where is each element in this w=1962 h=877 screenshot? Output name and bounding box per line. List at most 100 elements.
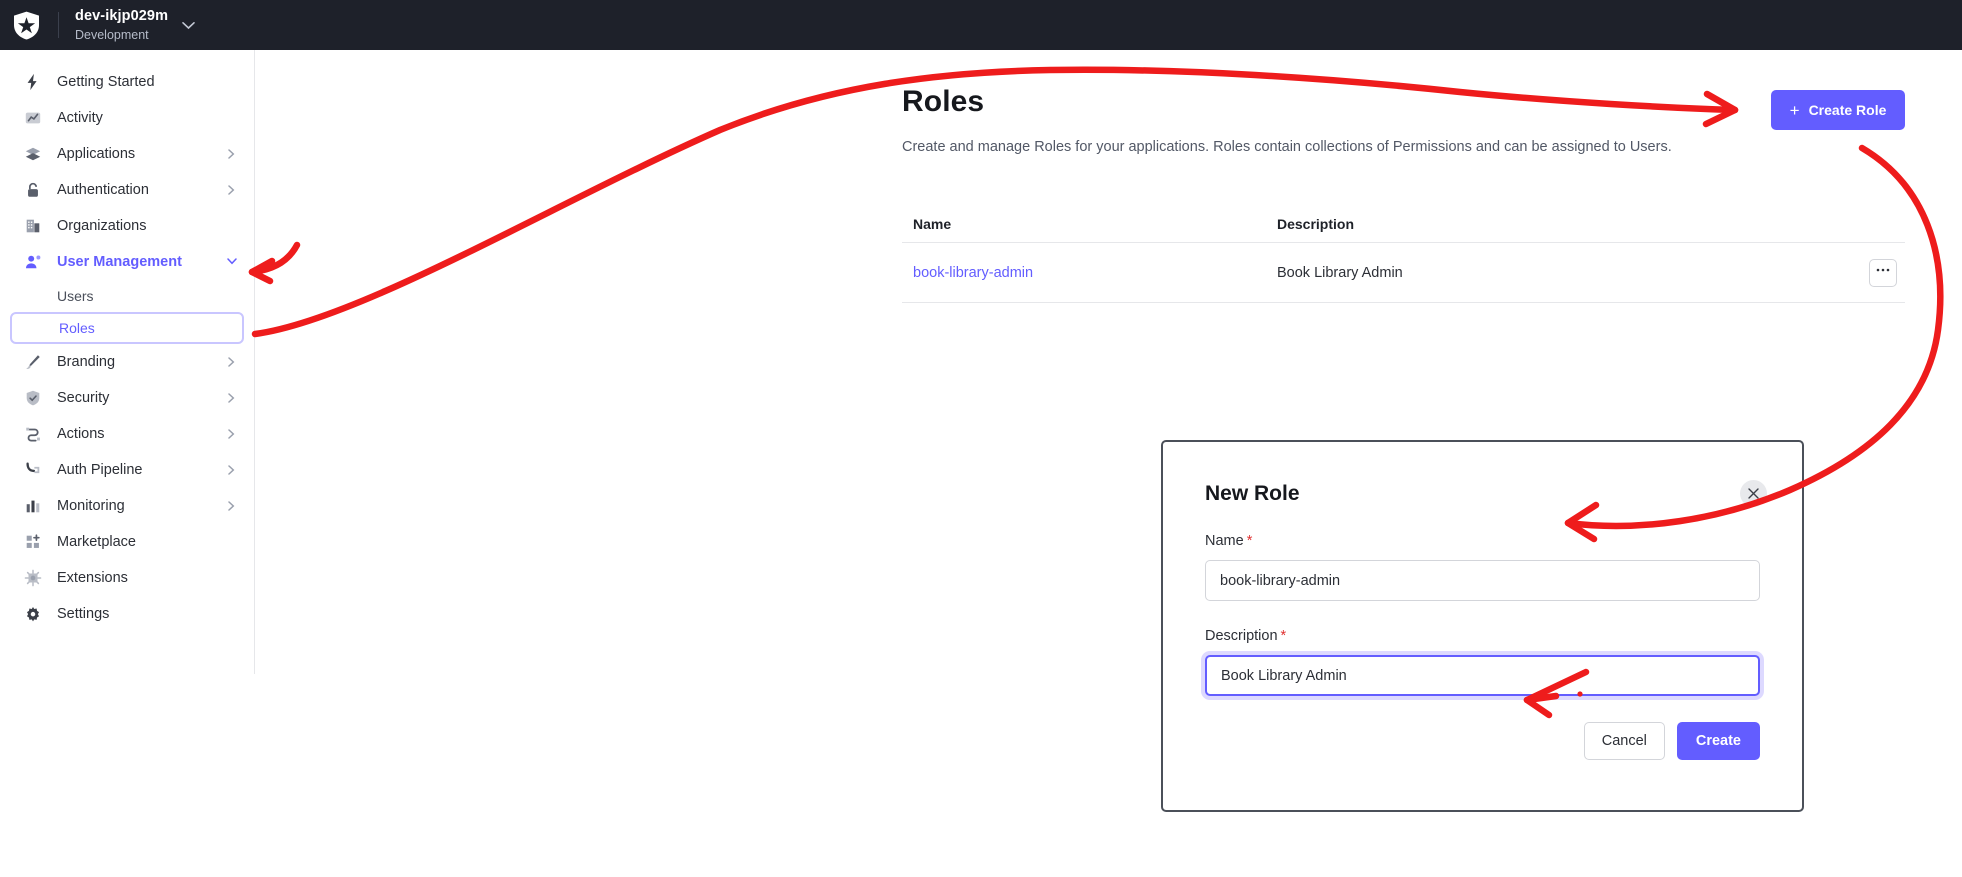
lock-icon-glyph bbox=[28, 182, 38, 197]
sidebar-item-organizations[interactable]: Organizations bbox=[10, 208, 244, 244]
tenant-selector[interactable]: dev-ikjp029m Development bbox=[75, 8, 168, 42]
name-field-group: Name * bbox=[1205, 533, 1760, 601]
required-asterisk: * bbox=[1280, 628, 1287, 644]
sidebar-item-label: Security bbox=[57, 390, 110, 406]
chevron-right-icon[interactable] bbox=[227, 464, 238, 476]
sidebar-item-activity[interactable]: Activity bbox=[10, 100, 244, 136]
new-role-modal: New Role Name* Description* bbox=[1161, 440, 1804, 812]
chevron-right-icon bbox=[228, 356, 235, 367]
role-name-link[interactable]: book-library-admin bbox=[913, 265, 1033, 281]
page-header: Roles Create and manage Roles for your a… bbox=[902, 85, 1905, 155]
sidebar-item-actions[interactable]: Actions bbox=[10, 416, 244, 452]
auth0-shield-logo[interactable] bbox=[0, 11, 52, 40]
tenant-name: dev-ikjp029m bbox=[75, 7, 169, 24]
sidebar-item-label: Organizations bbox=[57, 218, 147, 234]
sidebar-item-extensions[interactable]: Extensions bbox=[10, 560, 244, 596]
close-glyph bbox=[1748, 488, 1759, 499]
grid-plus-icon-glyph bbox=[26, 534, 40, 548]
sidebar-item-label: Marketplace bbox=[57, 534, 136, 550]
chevron-down-icon[interactable] bbox=[182, 21, 195, 30]
name-input[interactable] bbox=[1205, 560, 1760, 601]
shield-check-icon-glyph bbox=[26, 390, 40, 406]
sidebar-navigation: Getting Started Activity Applications Authe… bbox=[0, 50, 255, 674]
chip-icon-glyph bbox=[24, 569, 42, 587]
sidebar-item-marketplace[interactable]: Marketplace bbox=[10, 524, 244, 560]
sidebar-item-label: Branding bbox=[57, 354, 116, 370]
chevron-right-icon bbox=[228, 148, 235, 159]
auth0-shield-logo-icon bbox=[13, 11, 39, 39]
chevron-down-icon[interactable] bbox=[227, 257, 238, 268]
user-icon bbox=[22, 253, 44, 271]
chevron-right-icon bbox=[228, 428, 235, 439]
top-bar: dev-ikjp029m Development bbox=[0, 0, 1962, 50]
sidebar-subitem-label: Users bbox=[57, 288, 94, 304]
chevron-right-icon[interactable] bbox=[227, 428, 238, 440]
user-icon-glyph bbox=[25, 255, 41, 269]
tenant-environment: Development bbox=[75, 27, 149, 42]
description-field-label: Description * bbox=[1205, 628, 1760, 644]
name-label-text: Name bbox=[1205, 533, 1244, 549]
column-header-description: Description bbox=[1277, 215, 1355, 232]
sidebar-item-security[interactable]: Security bbox=[10, 380, 244, 416]
sidebar-item-users[interactable]: Users bbox=[10, 280, 244, 312]
activity-chart-icon bbox=[22, 109, 44, 127]
sidebar-item-label: Auth Pipeline bbox=[57, 462, 143, 478]
sidebar-item-roles[interactable]: Roles bbox=[10, 312, 244, 344]
sidebar-item-applications[interactable]: Applications bbox=[10, 136, 244, 172]
chevron-down-glyph bbox=[182, 21, 195, 29]
activity-chart-icon-glyph bbox=[25, 112, 41, 124]
close-icon[interactable] bbox=[1740, 480, 1767, 507]
sidebar-item-label: Extensions bbox=[57, 570, 128, 586]
sidebar-item-settings[interactable]: Settings bbox=[10, 596, 244, 632]
chevron-right-icon[interactable] bbox=[227, 148, 238, 160]
chevron-right-icon[interactable] bbox=[227, 392, 238, 404]
role-description-cell: Book Library Admin bbox=[1277, 264, 1403, 281]
main-content: Roles Create and manage Roles for your a… bbox=[255, 50, 1962, 877]
chevron-right-icon[interactable] bbox=[227, 500, 238, 512]
page-title: Roles bbox=[902, 85, 985, 118]
pipeline-icon bbox=[22, 461, 44, 479]
brush-icon-glyph bbox=[26, 355, 40, 369]
sidebar-item-authentication[interactable]: Authentication bbox=[10, 172, 244, 208]
bar-chart-icon-glyph bbox=[26, 500, 40, 513]
sidebar-item-getting-started[interactable]: Getting Started bbox=[10, 64, 244, 100]
modal-title: New Role bbox=[1205, 482, 1300, 505]
sidebar-item-label: Monitoring bbox=[57, 498, 125, 514]
sidebar-item-monitoring[interactable]: Monitoring bbox=[10, 488, 244, 524]
chip-icon bbox=[22, 569, 44, 587]
layers-icon-glyph bbox=[25, 147, 41, 161]
table-header-row: Name Description bbox=[902, 205, 1905, 243]
lock-icon bbox=[22, 181, 44, 199]
table-row: book-library-admin Book Library Admin bbox=[902, 243, 1905, 303]
page-description: Create and manage Roles for your applica… bbox=[902, 139, 1672, 155]
column-header-name: Name bbox=[913, 215, 952, 232]
role-name-cell: book-library-admin bbox=[902, 265, 1277, 281]
modal-cancel-button[interactable]: Cancel bbox=[1583, 722, 1665, 760]
bar-chart-icon bbox=[22, 497, 44, 515]
ellipsis-icon[interactable] bbox=[1869, 258, 1897, 287]
chevron-right-icon bbox=[228, 392, 235, 403]
grid-plus-icon bbox=[22, 533, 44, 551]
gear-icon-glyph bbox=[26, 606, 40, 622]
topbar-divider bbox=[58, 12, 59, 38]
description-input[interactable] bbox=[1205, 655, 1760, 696]
sidebar-item-label: Getting Started bbox=[57, 74, 155, 90]
chevron-right-icon bbox=[228, 500, 235, 511]
ellipsis-glyph bbox=[1876, 268, 1890, 272]
chevron-right-icon[interactable] bbox=[227, 184, 238, 196]
description-label-text: Description bbox=[1205, 628, 1278, 644]
sidebar-item-auth-pipeline[interactable]: Auth Pipeline bbox=[10, 452, 244, 488]
create-role-button[interactable]: + Create Role bbox=[1771, 90, 1905, 130]
chevron-right-icon[interactable] bbox=[227, 356, 238, 368]
sidebar-item-user-management[interactable]: User Management bbox=[10, 244, 244, 280]
chevron-right-icon bbox=[228, 184, 235, 195]
sidebar-item-label: Settings bbox=[57, 606, 110, 622]
bolt-icon-glyph bbox=[27, 73, 37, 91]
flow-icon-glyph bbox=[26, 427, 40, 442]
sidebar-item-branding[interactable]: Branding bbox=[10, 344, 244, 380]
modal-footer: Cancel Create bbox=[1583, 722, 1760, 760]
gear-icon bbox=[22, 605, 44, 623]
roles-table: Name Description book-library-admin Book… bbox=[902, 205, 1905, 303]
chevron-right-icon bbox=[228, 464, 235, 475]
modal-create-button[interactable]: Create bbox=[1676, 722, 1760, 760]
